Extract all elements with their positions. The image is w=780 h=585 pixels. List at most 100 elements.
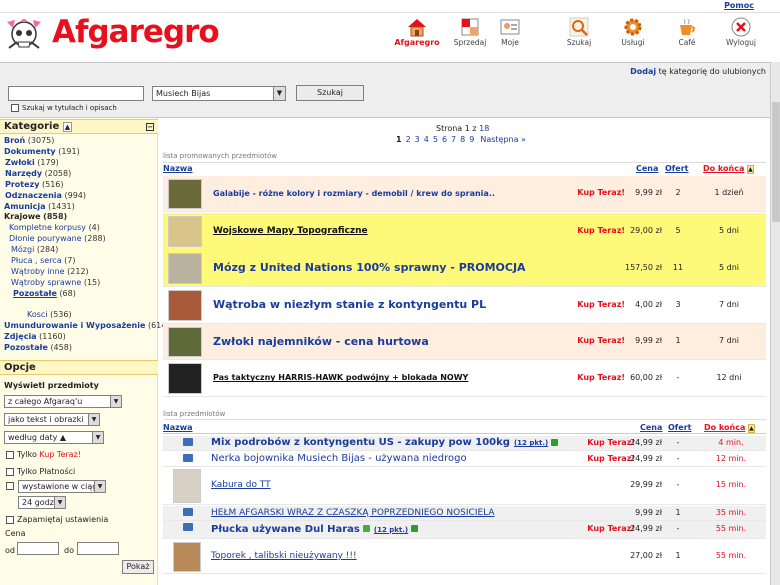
- item-thumbnail[interactable]: [168, 363, 202, 394]
- item-title[interactable]: Płucka używane Dul Haras (12 pkt.): [211, 524, 419, 535]
- page-total-link[interactable]: 18: [479, 124, 489, 133]
- nav-afgaregro[interactable]: Afgaregro: [390, 16, 444, 47]
- camera-icon[interactable]: [183, 523, 193, 531]
- view-select[interactable]: jako tekst i obrazki ▼: [4, 413, 100, 426]
- item-title-text[interactable]: Toporek , talibski nieużywany !!!: [211, 551, 357, 561]
- camera-icon[interactable]: [183, 454, 193, 462]
- page-link[interactable]: 4: [424, 135, 429, 144]
- category-item[interactable]: Pozostałe (458): [4, 343, 72, 352]
- item-title[interactable]: Pas taktyczny HARRIS-HAWK podwójny + blo…: [213, 373, 468, 382]
- item-row[interactable]: Nerka bojownika Musiech Bijas - używana …: [163, 452, 766, 467]
- checkbox-box[interactable]: [11, 104, 19, 112]
- item-row[interactable]: Toporek , talibski nieużywany !!! 27,00 z…: [163, 540, 766, 574]
- checkbox-box[interactable]: [6, 467, 14, 476]
- promoted-row[interactable]: Galabije - różne kolory i rozmiary - dem…: [163, 176, 766, 212]
- page-link[interactable]: 3: [415, 135, 420, 144]
- page-link[interactable]: 5: [433, 135, 438, 144]
- col-offers-header[interactable]: Ofert: [665, 164, 688, 173]
- category-link[interactable]: Wątroby inne: [11, 267, 65, 276]
- item-title[interactable]: HEŁM AFGARSKI WRAZ Z CZASZKĄ POPRZEDNIEG…: [211, 508, 495, 518]
- item-title[interactable]: Zwłoki najemników - cena hurtowa: [213, 335, 429, 348]
- category-item[interactable]: Odznaczenia (994): [5, 191, 86, 200]
- category-item[interactable]: Dokumenty (191): [4, 147, 80, 156]
- category-item[interactable]: Kosci (536): [27, 310, 72, 319]
- item-title-text[interactable]: HEŁM AFGARSKI WRAZ Z CZASZKĄ POPRZEDNIEG…: [211, 508, 495, 518]
- promoted-row[interactable]: Wojskowe Mapy Topograficzne Kup Teraz! 29,…: [163, 213, 766, 250]
- search-titles-checkbox[interactable]: Szukaj w tytułach i opisach: [11, 104, 117, 112]
- help-link[interactable]: Pomoc: [724, 1, 754, 10]
- item-title-text[interactable]: Płucka używane Dul Haras: [211, 524, 360, 535]
- nav-cafe[interactable]: Café: [660, 16, 714, 47]
- col-name-header[interactable]: Nazwa: [163, 164, 193, 173]
- page-link[interactable]: 9: [469, 135, 474, 144]
- promoted-row[interactable]: Pas taktyczny HARRIS-HAWK podwójny + blo…: [163, 360, 766, 397]
- only-kup-checkbox[interactable]: Tylko Kup Teraz!: [6, 450, 81, 459]
- category-link[interactable]: Kompletne korpusy: [9, 223, 86, 232]
- category-link[interactable]: Umundurowanie i Wyposażenie: [4, 321, 145, 330]
- page-link[interactable]: 6: [442, 135, 447, 144]
- col-price-header[interactable]: Cena: [636, 164, 658, 173]
- item-title[interactable]: Galabije - różne kolory i rozmiary - dem…: [213, 189, 495, 198]
- category-link[interactable]: Zwłoki: [5, 158, 35, 167]
- category-item[interactable]: Protezy (516): [5, 180, 64, 189]
- period-checkbox[interactable]: [6, 481, 17, 490]
- item-title[interactable]: Toporek , talibski nieużywany !!!: [211, 551, 357, 561]
- category-link[interactable]: Dokumenty: [4, 147, 56, 156]
- category-item[interactable]: Dłonie pourywane (288): [9, 234, 106, 243]
- item-thumbnail[interactable]: [168, 290, 202, 321]
- promoted-row[interactable]: Wątroba w niezłym stanie z kontyngentu P…: [163, 287, 766, 324]
- item-thumbnail[interactable]: [168, 216, 202, 247]
- promoted-row[interactable]: Zwłoki najemników - cena hurtowa Kup Tera…: [163, 324, 766, 360]
- category-item[interactable]: Amunicja (1431): [4, 202, 75, 211]
- category-link[interactable]: Odznaczenia: [5, 191, 62, 200]
- category-link[interactable]: Zdjęcia: [4, 332, 37, 341]
- checkbox-box[interactable]: [6, 481, 14, 490]
- category-link[interactable]: Mózgi: [11, 245, 34, 254]
- item-row[interactable]: Mix podrobów z kontyngentu US - zakupy p…: [163, 436, 766, 451]
- col-end-header-2[interactable]: Do końca ▲: [704, 423, 755, 433]
- checkbox-box[interactable]: [6, 450, 14, 459]
- item-title[interactable]: Nerka bojownika Musiech Bijas - używana …: [211, 453, 467, 464]
- category-link[interactable]: Dłonie pourywane: [9, 234, 82, 243]
- item-title[interactable]: Mix podrobów z kontyngentu US - zakupy p…: [211, 437, 559, 448]
- page-link[interactable]: 8: [460, 135, 465, 144]
- page-link[interactable]: 2: [406, 135, 411, 144]
- points-link[interactable]: (12 pkt.): [514, 439, 548, 447]
- item-thumbnail[interactable]: [168, 253, 202, 284]
- category-link[interactable]: Płuca , serca: [11, 256, 62, 265]
- sort-up-icon[interactable]: ▲: [62, 122, 73, 132]
- item-title-text[interactable]: Kabura do TT: [211, 480, 271, 490]
- category-item[interactable]: Płuca , serca (7): [11, 256, 76, 265]
- item-title[interactable]: Mózg z United Nations 100% sprawny - PRO…: [213, 261, 526, 274]
- col-end-header[interactable]: Do końca ▲: [703, 164, 754, 174]
- promoted-row[interactable]: Mózg z United Nations 100% sprawny - PRO…: [163, 250, 766, 287]
- col-price-header-2[interactable]: Cena: [640, 423, 662, 432]
- page-link[interactable]: 1: [396, 135, 402, 144]
- item-title-text[interactable]: Nerka bojownika Musiech Bijas - używana …: [211, 453, 467, 464]
- category-item[interactable]: Broń (3075): [4, 136, 54, 145]
- period-select[interactable]: wystawione w ciągu ▼: [18, 480, 106, 493]
- item-thumbnail[interactable]: [168, 327, 202, 357]
- category-item[interactable]: Umundurowanie i Wyposażenie (6142): [4, 321, 175, 330]
- points-link[interactable]: (12 pkt.): [374, 526, 408, 534]
- category-item[interactable]: Pozostałe (68): [13, 289, 76, 298]
- sort-select[interactable]: według daty ▲ ▼: [4, 431, 104, 444]
- category-item[interactable]: Wątroby inne (212): [11, 267, 89, 276]
- site-logo[interactable]: Afgaregro: [52, 14, 220, 50]
- item-title-text[interactable]: Mix podrobów z kontyngentu US - zakupy p…: [211, 437, 510, 448]
- category-link[interactable]: Pozostałe: [13, 289, 57, 298]
- price-from-input[interactable]: [17, 542, 59, 555]
- item-title[interactable]: Wojskowe Mapy Topograficzne: [213, 226, 368, 236]
- scrollbar-thumb[interactable]: [772, 102, 780, 222]
- item-row[interactable]: Płucka używane Dul Haras (12 pkt.) Kup Ter…: [163, 521, 766, 539]
- search-button[interactable]: Szukaj: [296, 85, 364, 101]
- item-thumbnail[interactable]: [173, 542, 201, 572]
- category-item[interactable]: Kompletne korpusy (4): [9, 223, 100, 232]
- next-page-link[interactable]: Następna »: [480, 135, 526, 144]
- col-offers-header-2[interactable]: Ofert: [668, 423, 691, 432]
- checkbox-box[interactable]: [6, 515, 14, 524]
- category-select[interactable]: Musiech Bijas ▼: [152, 86, 286, 101]
- category-link[interactable]: Krajowe: [4, 212, 41, 221]
- show-button[interactable]: Pokaż: [122, 560, 154, 574]
- category-link[interactable]: Narzędy: [5, 169, 42, 178]
